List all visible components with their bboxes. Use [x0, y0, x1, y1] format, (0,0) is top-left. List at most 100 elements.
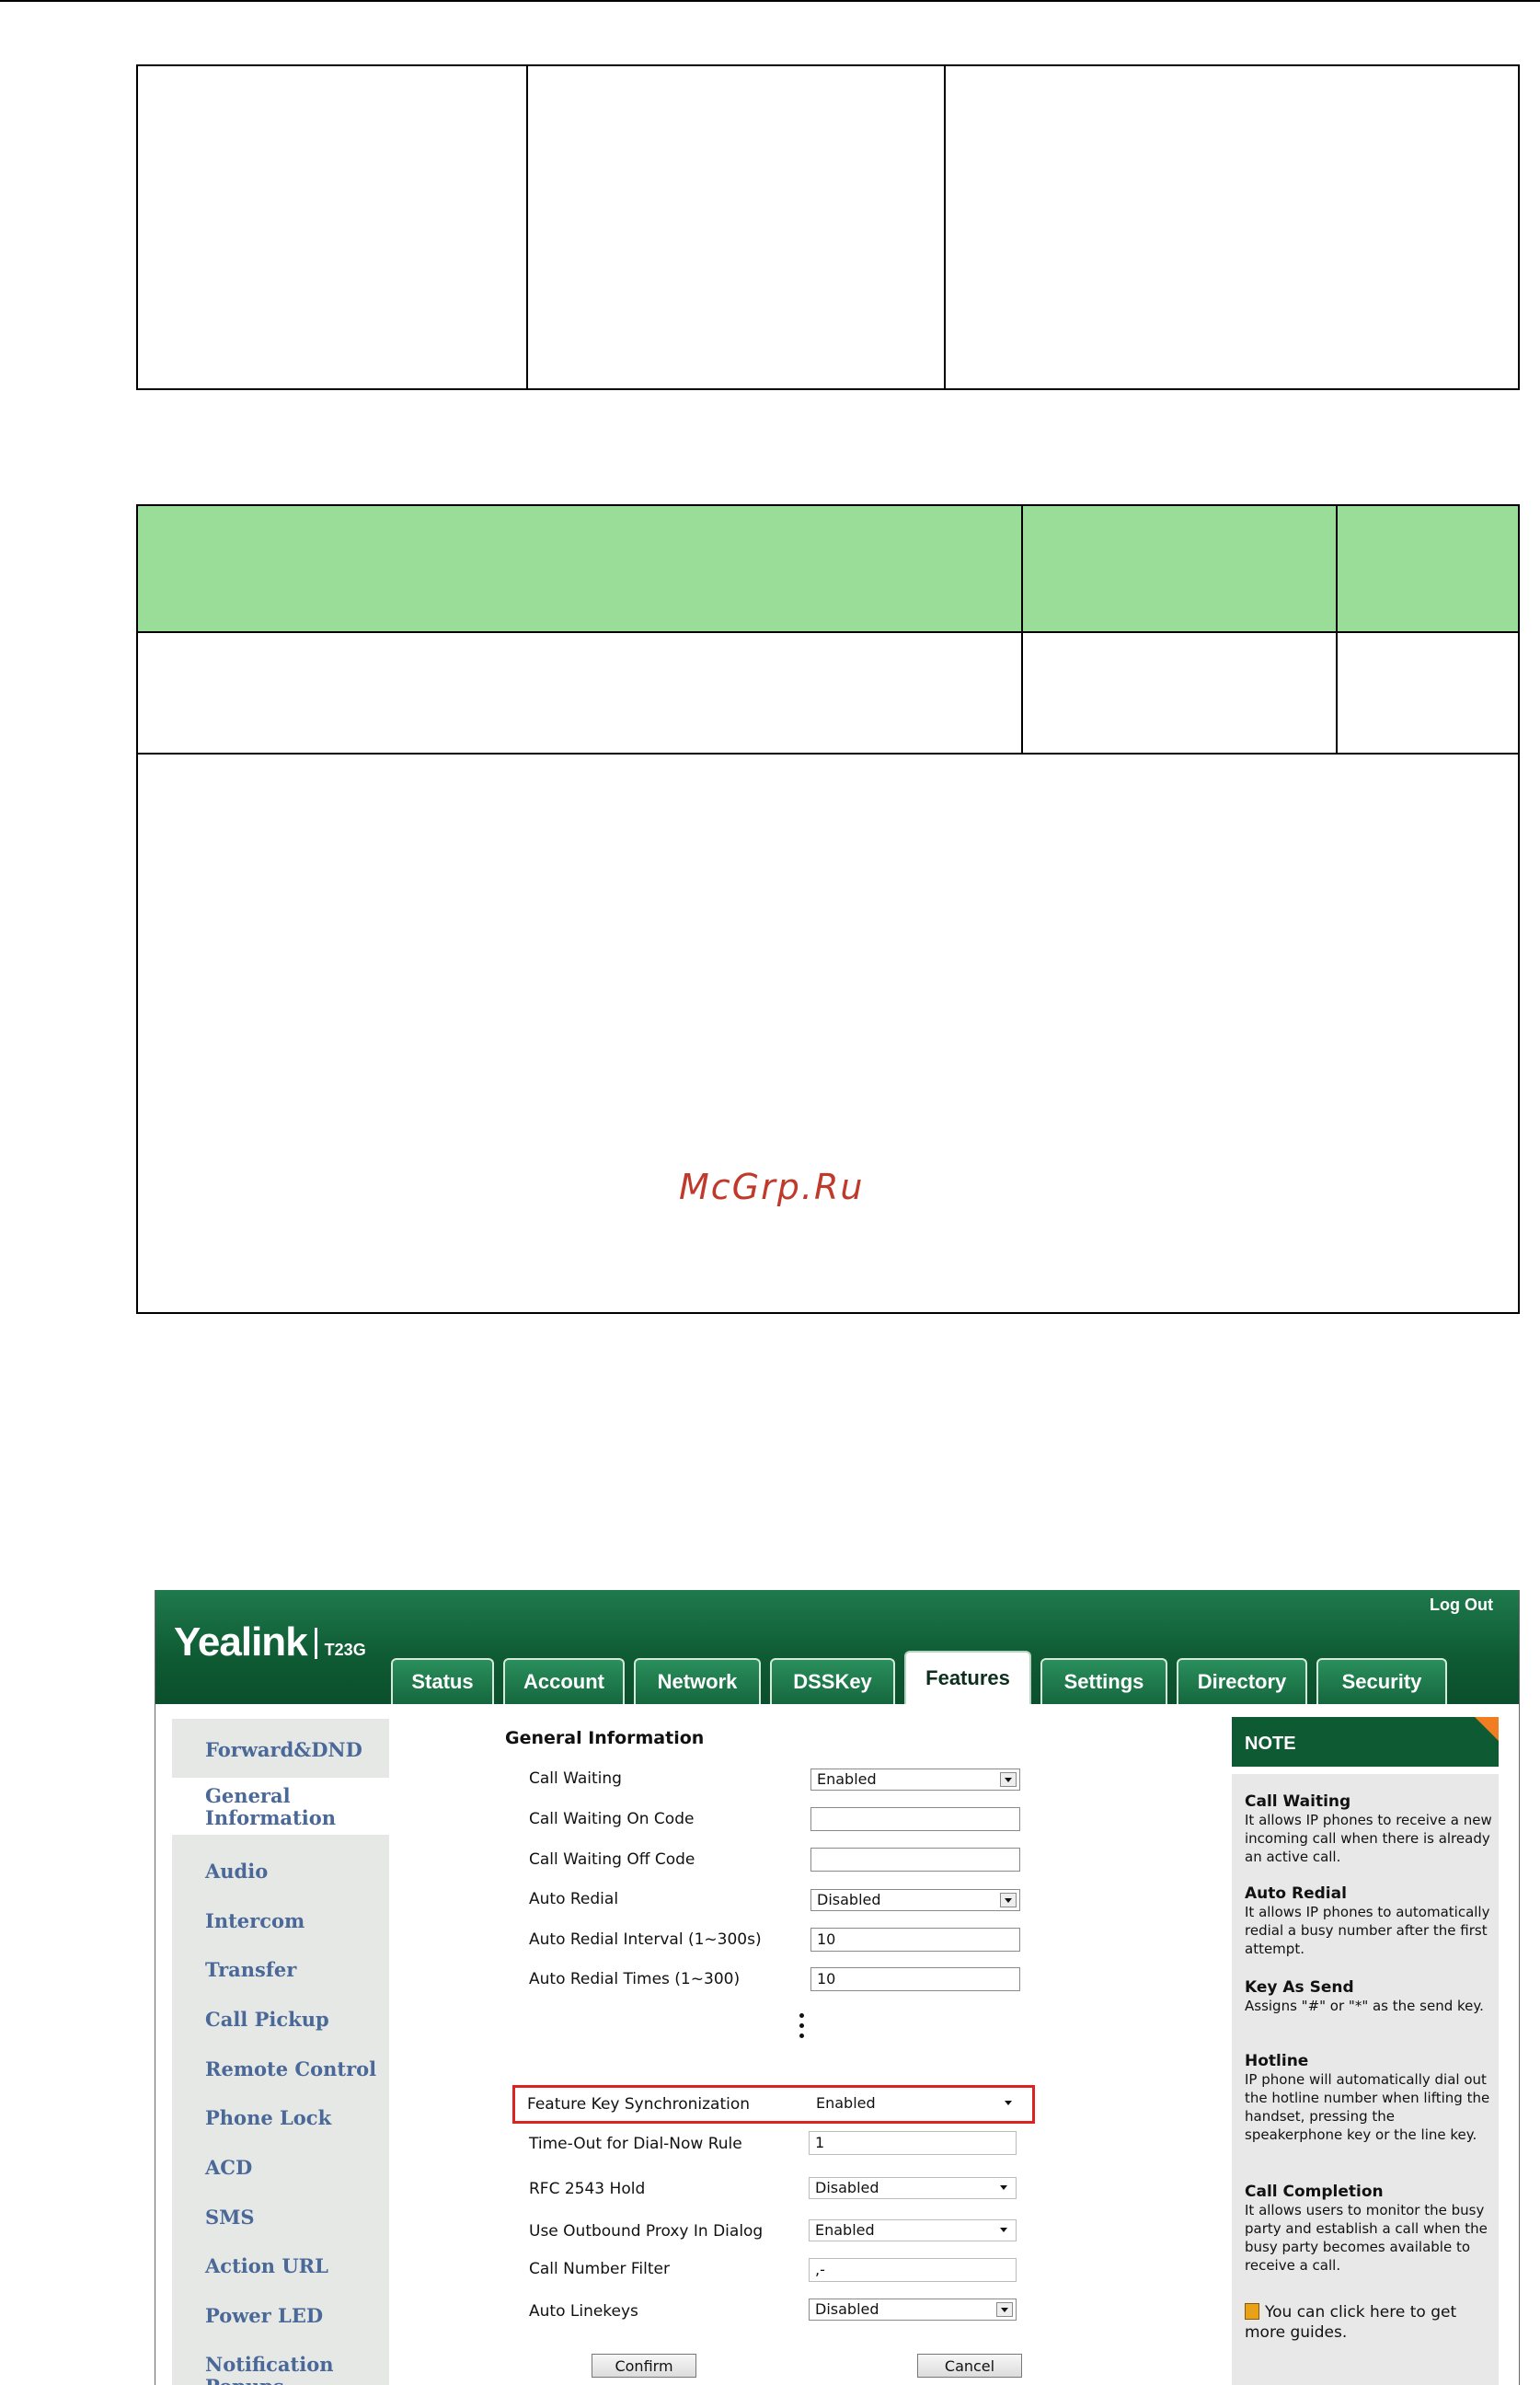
sidebar-item-sms[interactable]: SMS	[172, 2206, 389, 2229]
call-number-filter-input[interactable]: ,-	[809, 2258, 1017, 2282]
guide-text: You can click here to get more guides.	[1245, 2303, 1457, 2342]
sidebar-item-action-url[interactable]: Action URL	[172, 2255, 389, 2277]
note-entry-title: Auto Redial	[1245, 1884, 1347, 1903]
tab-settings[interactable]: Settings	[1040, 1658, 1167, 1704]
note-entry-title: Hotline	[1245, 2052, 1309, 2070]
sidebar-item-audio[interactable]: Audio	[172, 1861, 389, 1883]
call-number-filter-label: Call Number Filter	[529, 2260, 670, 2278]
logo-brand: Yealink	[174, 1619, 308, 1665]
section-title: General Information	[505, 1728, 705, 1748]
tab-network[interactable]: Network	[634, 1658, 761, 1704]
select-value: Enabled	[816, 2094, 876, 2112]
note-entry-text: It allows users to monitor the busy part…	[1245, 2202, 1488, 2274]
dropdown-arrow-icon	[1000, 1893, 1017, 1907]
note-entry-auto-redial: Auto Redial It allows IP phones to autom…	[1245, 1884, 1493, 1958]
call-waiting-off-code-input[interactable]	[810, 1848, 1020, 1872]
sidebar-item-forward-dnd[interactable]: Forward&DND	[172, 1739, 389, 1761]
select-value: Disabled	[817, 1891, 881, 1908]
call-waiting-on-code-input[interactable]	[810, 1807, 1020, 1831]
cancel-button[interactable]: Cancel	[917, 2354, 1022, 2378]
confirm-button[interactable]: Confirm	[592, 2354, 696, 2378]
sidebar-item-intercom[interactable]: Intercom	[172, 1910, 389, 1932]
sidebar-item-label: General Information	[205, 1784, 336, 1829]
tab-security[interactable]: Security	[1316, 1658, 1447, 1704]
tab-account[interactable]: Account	[503, 1658, 625, 1704]
note-entry-call-completion: Call Completion It allows users to monit…	[1245, 2183, 1493, 2275]
tab-status[interactable]: Status	[391, 1658, 494, 1704]
guide-link[interactable]: You can click here to get more guides.	[1245, 2302, 1493, 2343]
note-header: NOTE	[1232, 1717, 1499, 1767]
auto-redial-times-label: Auto Redial Times (1~300)	[529, 1970, 741, 1988]
book-icon	[1245, 2303, 1259, 2320]
select-value: Enabled	[815, 2221, 875, 2239]
sidebar-item-transfer[interactable]: Transfer	[172, 1959, 389, 1981]
outbound-proxy-label: Use Outbound Proxy In Dialog	[529, 2222, 764, 2241]
sidebar: Forward&DND General Information Audio In…	[172, 1719, 389, 2385]
brand-logo: Yealink T23G	[174, 1619, 366, 1665]
sidebar-item-general-information[interactable]: General Information	[172, 1778, 389, 1835]
select-value: Disabled	[815, 2179, 879, 2196]
call-waiting-label: Call Waiting	[529, 1769, 622, 1788]
note-panel: Call Waiting It allows IP phones to rece…	[1232, 1774, 1499, 2385]
dropdown-arrow-icon	[1000, 1772, 1017, 1787]
sidebar-item-call-pickup[interactable]: Call Pickup	[172, 2009, 389, 2031]
dial-now-timeout-input[interactable]: 1	[809, 2131, 1017, 2155]
sidebar-item-notification-popups[interactable]: Notification Popups	[172, 2354, 389, 2385]
note-entry-text: Assigns "#" or "*" as the send key.	[1245, 1998, 1484, 2014]
feature-key-sync-label: Feature Key Synchronization	[527, 2095, 751, 2114]
dropdown-arrow-icon	[996, 2302, 1013, 2317]
note-entry-hotline: Hotline IP phone will automatically dial…	[1245, 2052, 1493, 2144]
auto-redial-times-input[interactable]: 10	[810, 1967, 1020, 1991]
sidebar-item-power-led[interactable]: Power LED	[172, 2305, 389, 2327]
logo-separator	[314, 1628, 317, 1659]
table-main-divider	[1021, 504, 1023, 755]
table-top-divider	[944, 64, 946, 390]
call-waiting-select[interactable]: Enabled	[810, 1769, 1020, 1791]
table-main-divider	[1336, 504, 1338, 755]
yealink-web-ui-screenshot: Yealink T23G Log Out Status Account Netwo…	[155, 1590, 1520, 2385]
select-value: Disabled	[815, 2300, 879, 2318]
watermark-text: McGrp.Ru	[679, 1167, 865, 1207]
note-title: NOTE	[1245, 1734, 1296, 1754]
auto-linekeys-select[interactable]: Disabled	[809, 2299, 1017, 2321]
note-entry-title: Key As Send	[1245, 1978, 1354, 1997]
note-entry-title: Call Completion	[1245, 2183, 1384, 2201]
tab-directory[interactable]: Directory	[1177, 1658, 1307, 1704]
note-corner-icon	[1475, 1717, 1499, 1741]
tab-features[interactable]: Features	[904, 1651, 1031, 1704]
call-waiting-off-code-label: Call Waiting Off Code	[529, 1850, 695, 1869]
ellipsis-icon	[799, 2013, 807, 2044]
table-top	[136, 64, 1520, 390]
dropdown-arrow-icon	[996, 2181, 1013, 2195]
table-main-divider	[136, 753, 1520, 755]
auto-redial-label: Auto Redial	[529, 1890, 619, 1908]
table-top-divider	[526, 64, 528, 390]
logo-model: T23G	[324, 1641, 366, 1659]
note-entry-text: It allows IP phones to receive a new inc…	[1245, 1812, 1492, 1865]
table-main-divider	[136, 631, 1520, 633]
page-top-rule	[0, 0, 1540, 2]
dropdown-arrow-icon	[996, 2223, 1013, 2238]
tab-dsskey[interactable]: DSSKey	[770, 1658, 895, 1704]
note-entry-call-waiting: Call Waiting It allows IP phones to rece…	[1245, 1792, 1493, 1866]
auto-redial-select[interactable]: Disabled	[810, 1889, 1020, 1911]
sidebar-item-remote-control[interactable]: Remote Control	[172, 2058, 389, 2080]
sidebar-item-phone-lock[interactable]: Phone Lock	[172, 2107, 389, 2129]
call-waiting-on-code-label: Call Waiting On Code	[529, 1810, 695, 1828]
note-entry-text: It allows IP phones to automatically red…	[1245, 1904, 1490, 1957]
rfc2543-hold-label: RFC 2543 Hold	[529, 2180, 646, 2198]
auto-redial-interval-label: Auto Redial Interval (1~300s)	[529, 1930, 762, 1949]
dropdown-arrow-icon	[1001, 2096, 1017, 2111]
outbound-proxy-select[interactable]: Enabled	[809, 2219, 1017, 2241]
note-entry-key-as-send: Key As Send Assigns "#" or "*" as the se…	[1245, 1978, 1493, 2015]
select-value: Enabled	[817, 1770, 877, 1788]
dial-now-timeout-label: Time-Out for Dial-Now Rule	[529, 2135, 742, 2153]
note-entry-title: Call Waiting	[1245, 1792, 1351, 1811]
auto-redial-interval-input[interactable]: 10	[810, 1928, 1020, 1952]
feature-key-sync-select[interactable]: Enabled	[810, 2093, 1020, 2115]
sidebar-item-acd[interactable]: ACD	[172, 2157, 389, 2179]
logout-link[interactable]: Log Out	[1430, 1596, 1493, 1615]
note-entry-text: IP phone will automatically dial out the…	[1245, 2071, 1490, 2143]
header-bar: Yealink T23G Log Out Status Account Netwo…	[155, 1590, 1519, 1704]
rfc2543-hold-select[interactable]: Disabled	[809, 2177, 1017, 2199]
